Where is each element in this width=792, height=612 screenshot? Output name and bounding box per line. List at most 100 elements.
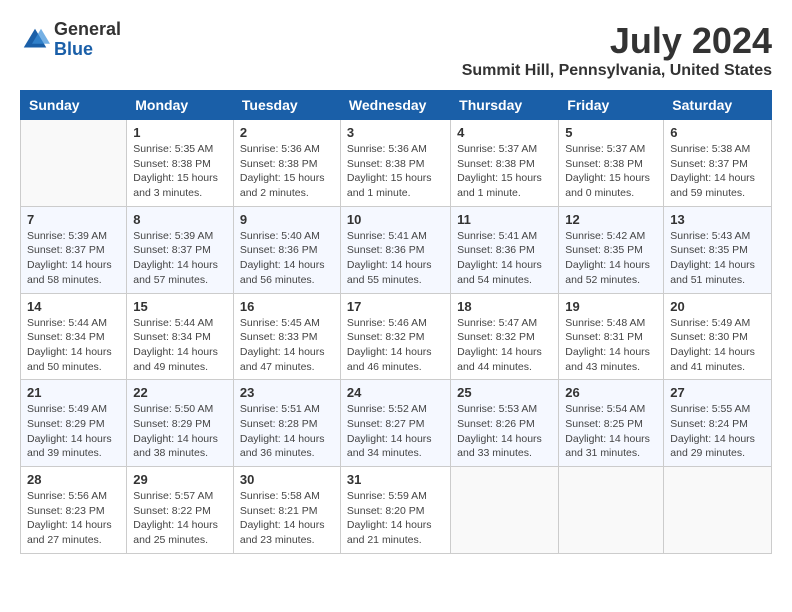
table-row: 1 Sunrise: 5:35 AM Sunset: 8:38 PM Daylig… xyxy=(127,120,234,207)
day-info: Sunrise: 5:54 AM Sunset: 8:25 PM Dayligh… xyxy=(565,402,657,461)
calendar-week-row: 28 Sunrise: 5:56 AM Sunset: 8:23 PM Dayli… xyxy=(21,467,772,554)
day-number: 14 xyxy=(27,299,120,314)
day-number: 13 xyxy=(670,212,765,227)
day-info: Sunrise: 5:41 AM Sunset: 8:36 PM Dayligh… xyxy=(457,229,552,288)
logo-icon xyxy=(20,25,50,55)
day-number: 24 xyxy=(347,385,444,400)
day-info: Sunrise: 5:40 AM Sunset: 8:36 PM Dayligh… xyxy=(240,229,334,288)
table-row: 24Sunrise: 5:52 AM Sunset: 8:27 PM Dayli… xyxy=(340,380,450,467)
day-number: 31 xyxy=(347,472,444,487)
day-number: 26 xyxy=(565,385,657,400)
day-info: Sunrise: 5:39 AM Sunset: 8:37 PM Dayligh… xyxy=(27,229,120,288)
day-info: Sunrise: 5:44 AM Sunset: 8:34 PM Dayligh… xyxy=(133,316,227,375)
day-info: Sunrise: 5:49 AM Sunset: 8:30 PM Dayligh… xyxy=(670,316,765,375)
day-info: Sunrise: 5:43 AM Sunset: 8:35 PM Dayligh… xyxy=(670,229,765,288)
day-number: 3 xyxy=(347,125,444,140)
header-friday: Friday xyxy=(559,91,664,120)
table-row: 23 Sunrise: 5:51 AM Sunset: 8:28 PM Dayli… xyxy=(233,380,340,467)
day-info: Sunrise: 5:50 AM Sunset: 8:29 PM Dayligh… xyxy=(133,402,227,461)
table-row: 9Sunrise: 5:40 AM Sunset: 8:36 PM Daylig… xyxy=(233,206,340,293)
table-row: 5Sunrise: 5:37 AM Sunset: 8:38 PM Daylig… xyxy=(559,120,664,207)
day-info: Sunrise: 5:51 AM Sunset: 8:28 PM Dayligh… xyxy=(240,402,334,461)
table-row: 14 Sunrise: 5:44 AM Sunset: 8:34 PM Dayli… xyxy=(21,293,127,380)
day-info: Sunrise: 5:46 AM Sunset: 8:32 PM Dayligh… xyxy=(347,316,444,375)
day-number: 19 xyxy=(565,299,657,314)
table-row: 6 Sunrise: 5:38 AM Sunset: 8:37 PM Daylig… xyxy=(664,120,772,207)
table-row: 2 Sunrise: 5:36 AM Sunset: 8:38 PM Daylig… xyxy=(233,120,340,207)
table-row: 10 Sunrise: 5:41 AM Sunset: 8:36 PM Dayli… xyxy=(340,206,450,293)
table-row: 4Sunrise: 5:37 AM Sunset: 8:38 PM Daylig… xyxy=(451,120,559,207)
title-section: July 2024 Summit Hill, Pennsylvania, Uni… xyxy=(462,20,772,80)
table-row: 15 Sunrise: 5:44 AM Sunset: 8:34 PM Dayli… xyxy=(127,293,234,380)
day-number: 22 xyxy=(133,385,227,400)
day-info: Sunrise: 5:56 AM Sunset: 8:23 PM Dayligh… xyxy=(27,489,120,548)
day-number: 23 xyxy=(240,385,334,400)
header-sunday: Sunday xyxy=(21,91,127,120)
day-info: Sunrise: 5:53 AM Sunset: 8:26 PM Dayligh… xyxy=(457,402,552,461)
day-info: Sunrise: 5:48 AM Sunset: 8:31 PM Dayligh… xyxy=(565,316,657,375)
day-number: 8 xyxy=(133,212,227,227)
table-row: 29 Sunrise: 5:57 AM Sunset: 8:22 PM Dayli… xyxy=(127,467,234,554)
calendar-week-row: 1 Sunrise: 5:35 AM Sunset: 8:38 PM Daylig… xyxy=(21,120,772,207)
day-info: Sunrise: 5:38 AM Sunset: 8:37 PM Dayligh… xyxy=(670,142,765,201)
day-number: 11 xyxy=(457,212,552,227)
day-info: Sunrise: 5:59 AM Sunset: 8:20 PM Dayligh… xyxy=(347,489,444,548)
day-number: 16 xyxy=(240,299,334,314)
day-info: Sunrise: 5:37 AM Sunset: 8:38 PM Dayligh… xyxy=(457,142,552,201)
header-thursday: Thursday xyxy=(451,91,559,120)
header-wednesday: Wednesday xyxy=(340,91,450,120)
day-number: 1 xyxy=(133,125,227,140)
table-row: 28 Sunrise: 5:56 AM Sunset: 8:23 PM Dayli… xyxy=(21,467,127,554)
logo-general: General xyxy=(54,20,121,40)
table-row: 27Sunrise: 5:55 AM Sunset: 8:24 PM Dayli… xyxy=(664,380,772,467)
day-info: Sunrise: 5:37 AM Sunset: 8:38 PM Dayligh… xyxy=(565,142,657,201)
table-row: 12Sunrise: 5:42 AM Sunset: 8:35 PM Dayli… xyxy=(559,206,664,293)
day-info: Sunrise: 5:47 AM Sunset: 8:32 PM Dayligh… xyxy=(457,316,552,375)
logo: General Blue xyxy=(20,20,121,60)
header: General Blue July 2024 Summit Hill, Penn… xyxy=(20,20,772,80)
month-title: July 2024 xyxy=(462,20,772,62)
location-title: Summit Hill, Pennsylvania, United States xyxy=(462,62,772,80)
header-saturday: Saturday xyxy=(664,91,772,120)
day-info: Sunrise: 5:35 AM Sunset: 8:38 PM Dayligh… xyxy=(133,142,227,201)
day-number: 28 xyxy=(27,472,120,487)
table-row: 21Sunrise: 5:49 AM Sunset: 8:29 PM Dayli… xyxy=(21,380,127,467)
table-row: 11 Sunrise: 5:41 AM Sunset: 8:36 PM Dayli… xyxy=(451,206,559,293)
day-number: 17 xyxy=(347,299,444,314)
day-info: Sunrise: 5:45 AM Sunset: 8:33 PM Dayligh… xyxy=(240,316,334,375)
day-number: 10 xyxy=(347,212,444,227)
table-row: 17 Sunrise: 5:46 AM Sunset: 8:32 PM Dayli… xyxy=(340,293,450,380)
page: General Blue July 2024 Summit Hill, Penn… xyxy=(0,0,792,612)
table-row: 25 Sunrise: 5:53 AM Sunset: 8:26 PM Dayli… xyxy=(451,380,559,467)
table-row: 19 Sunrise: 5:48 AM Sunset: 8:31 PM Dayli… xyxy=(559,293,664,380)
header-monday: Monday xyxy=(127,91,234,120)
table-row xyxy=(559,467,664,554)
day-number: 6 xyxy=(670,125,765,140)
header-tuesday: Tuesday xyxy=(233,91,340,120)
table-row: 30Sunrise: 5:58 AM Sunset: 8:21 PM Dayli… xyxy=(233,467,340,554)
day-number: 2 xyxy=(240,125,334,140)
table-row xyxy=(664,467,772,554)
day-number: 27 xyxy=(670,385,765,400)
table-row: 7Sunrise: 5:39 AM Sunset: 8:37 PM Daylig… xyxy=(21,206,127,293)
day-number: 15 xyxy=(133,299,227,314)
calendar-week-row: 21Sunrise: 5:49 AM Sunset: 8:29 PM Dayli… xyxy=(21,380,772,467)
table-row xyxy=(21,120,127,207)
day-info: Sunrise: 5:36 AM Sunset: 8:38 PM Dayligh… xyxy=(240,142,334,201)
day-info: Sunrise: 5:39 AM Sunset: 8:37 PM Dayligh… xyxy=(133,229,227,288)
day-number: 25 xyxy=(457,385,552,400)
day-info: Sunrise: 5:36 AM Sunset: 8:38 PM Dayligh… xyxy=(347,142,444,201)
day-info: Sunrise: 5:57 AM Sunset: 8:22 PM Dayligh… xyxy=(133,489,227,548)
day-number: 21 xyxy=(27,385,120,400)
day-number: 12 xyxy=(565,212,657,227)
table-row xyxy=(451,467,559,554)
table-row: 3 Sunrise: 5:36 AM Sunset: 8:38 PM Daylig… xyxy=(340,120,450,207)
day-number: 29 xyxy=(133,472,227,487)
day-number: 18 xyxy=(457,299,552,314)
day-info: Sunrise: 5:44 AM Sunset: 8:34 PM Dayligh… xyxy=(27,316,120,375)
calendar-header-row: Sunday Monday Tuesday Wednesday Thursday… xyxy=(21,91,772,120)
table-row: 8 Sunrise: 5:39 AM Sunset: 8:37 PM Daylig… xyxy=(127,206,234,293)
calendar-week-row: 14 Sunrise: 5:44 AM Sunset: 8:34 PM Dayli… xyxy=(21,293,772,380)
table-row: 20Sunrise: 5:49 AM Sunset: 8:30 PM Dayli… xyxy=(664,293,772,380)
day-info: Sunrise: 5:41 AM Sunset: 8:36 PM Dayligh… xyxy=(347,229,444,288)
